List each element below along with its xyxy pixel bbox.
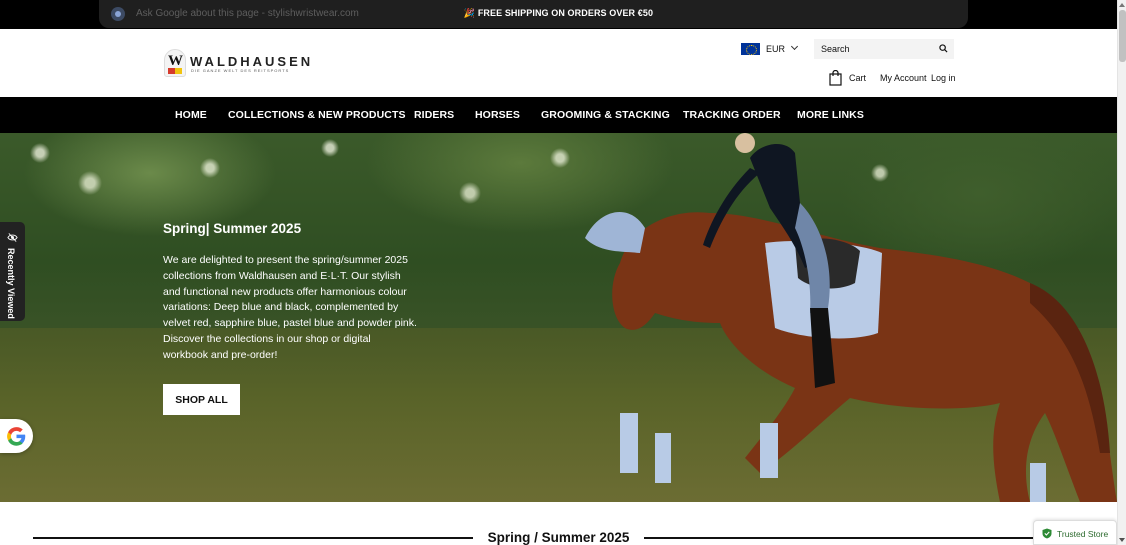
- currency-label: EUR: [766, 44, 786, 54]
- my-account-link[interactable]: My Account: [880, 73, 927, 83]
- trusted-store-badge[interactable]: Trusted Store: [1033, 520, 1117, 545]
- shop-all-button[interactable]: SHOP ALL: [163, 384, 240, 415]
- nav-item-grooming[interactable]: GROOMING & STACKING: [541, 109, 670, 121]
- google-g-icon: [7, 427, 26, 446]
- google-reviews-badge[interactable]: [0, 419, 33, 453]
- section-title: Spring / Summer 2025: [487, 530, 630, 545]
- cart-link[interactable]: Cart: [829, 70, 869, 86]
- scrollbar-thumb[interactable]: [1119, 10, 1126, 62]
- hero-description: We are delighted to present the spring/s…: [163, 254, 417, 361]
- search-box: [814, 39, 954, 59]
- logo-mark-icon: W: [164, 49, 186, 77]
- nav-item-tracking-order[interactable]: TRACKING ORDER: [683, 109, 781, 121]
- page-scrollbar[interactable]: [1117, 0, 1126, 545]
- hero-title: Spring| Summer 2025: [163, 221, 302, 236]
- scroll-down-arrow-icon[interactable]: [1119, 538, 1125, 542]
- logo-wordmark: WALDHAUSEN: [190, 54, 314, 69]
- nav-item-horses[interactable]: HORSES: [475, 109, 520, 121]
- eye-off-icon: [7, 233, 18, 242]
- cart-label: Cart: [849, 73, 867, 83]
- chevron-down-icon: [790, 42, 799, 51]
- currency-selector[interactable]: EUR: [741, 42, 801, 55]
- hero-horse-rider-image: [585, 133, 1117, 502]
- scroll-up-arrow-icon[interactable]: [1119, 3, 1125, 7]
- login-link[interactable]: Log in: [931, 73, 956, 83]
- search-icon[interactable]: [939, 44, 948, 53]
- search-input[interactable]: [814, 39, 934, 59]
- recently-viewed-label: Recently Viewed: [6, 248, 16, 319]
- site-logo[interactable]: W WALDHAUSEN DIE GANZE WELT DES REITSPOR…: [164, 49, 310, 79]
- trusted-store-label: Trusted Store: [1057, 529, 1109, 539]
- shield-check-icon: [1042, 528, 1052, 539]
- recently-viewed-tab[interactable]: Recently Viewed: [0, 222, 25, 321]
- hero-banner: Spring| Summer 2025 We are delighted to …: [0, 133, 1117, 502]
- main-navigation: HOME COLLECTIONS & NEW PRODUCTS RIDERS H…: [0, 97, 1117, 133]
- nav-item-home[interactable]: HOME: [175, 109, 207, 121]
- eu-flag-icon: [741, 43, 760, 55]
- section-divider-left: [33, 537, 473, 539]
- shopping-bag-icon: [829, 70, 842, 86]
- nav-item-riders[interactable]: RIDERS: [414, 109, 454, 121]
- nav-item-more-links[interactable]: MORE LINKS: [797, 109, 864, 121]
- announcement-text-visible: 🎉 FREE SHIPPING ON ORDERS OVER €50: [463, 8, 654, 18]
- logo-tagline: DIE GANZE WELT DES REITSPORTS: [191, 68, 290, 73]
- logo-flag: [168, 68, 182, 74]
- nav-item-collections[interactable]: COLLECTIONS & NEW PRODUCTS: [228, 109, 406, 121]
